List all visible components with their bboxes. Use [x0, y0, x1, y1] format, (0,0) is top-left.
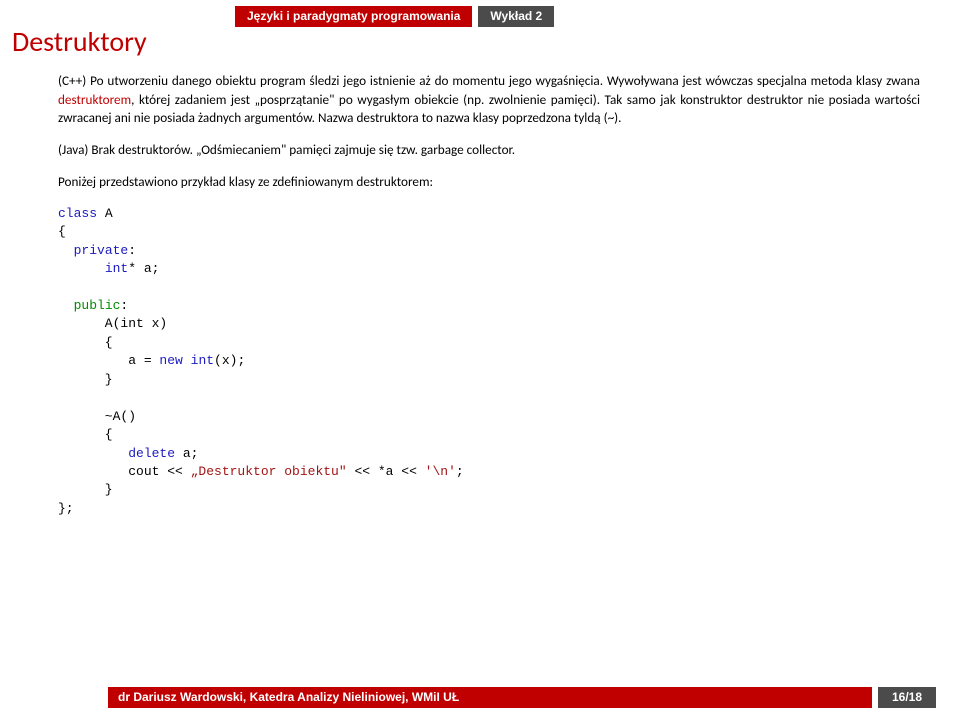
code-t: }: [58, 372, 113, 387]
code-t: A: [97, 206, 113, 221]
destructor-term: destruktorem: [58, 91, 131, 108]
code-t: [183, 353, 191, 368]
code-t: A(int x): [58, 316, 167, 331]
code-t: (x);: [214, 353, 245, 368]
code-t: a =: [58, 353, 159, 368]
paragraph-example-intro: Poniżej przedstawiono przykład klasy ze …: [58, 173, 920, 192]
code-t: :: [128, 243, 136, 258]
lecture-number: Wykład 2: [478, 6, 554, 27]
code-t: :: [120, 298, 128, 313]
code-t: a;: [175, 446, 198, 461]
slide: Języki i paradygmaty programowania Wykła…: [0, 0, 960, 720]
p1-text-a: (C++) Po utworzeniu danego obiektu progr…: [58, 72, 920, 89]
code-t: [58, 243, 74, 258]
code-t: << *a <<: [347, 464, 425, 479]
paragraph-java: (Java) Brak destruktorów. „Odśmiecaniem"…: [58, 141, 920, 160]
code-t: [58, 446, 128, 461]
code-t: cout <<: [58, 464, 191, 479]
code-t: {: [58, 335, 113, 350]
code-t: [58, 261, 105, 276]
kw-new: new: [159, 353, 182, 368]
kw-int: int: [105, 261, 128, 276]
page-number: 16/18: [878, 687, 936, 708]
paragraph-cpp: (C++) Po utworzeniu danego obiektu progr…: [58, 72, 920, 128]
page-title: Destruktory: [12, 24, 147, 59]
code-t: };: [58, 501, 74, 516]
char-lit: '\n': [425, 464, 456, 479]
code-t: {: [58, 224, 66, 239]
str-lit: „Destruktor obiektu": [191, 464, 347, 479]
footer-spacer: [0, 687, 108, 708]
p1-text-b: , której zadaniem jest „posprzątanie" po…: [58, 91, 920, 127]
code-t: {: [58, 427, 113, 442]
kw-delete: delete: [128, 446, 175, 461]
footer-band: dr Dariusz Wardowski, Katedra Analizy Ni…: [0, 687, 960, 708]
content-area: (C++) Po utworzeniu danego obiektu progr…: [58, 72, 920, 518]
code-t: [58, 298, 74, 313]
code-t: }: [58, 482, 113, 497]
kw-class: class: [58, 206, 97, 221]
code-block: class A { private: int* a; public: A(int…: [58, 205, 920, 519]
footer-author: dr Dariusz Wardowski, Katedra Analizy Ni…: [108, 687, 872, 708]
code-t: * a;: [128, 261, 159, 276]
kw-private: private: [74, 243, 129, 258]
kw-public: public: [74, 298, 121, 313]
code-t: ;: [456, 464, 464, 479]
kw-int2: int: [191, 353, 214, 368]
course-name: Języki i paradygmaty programowania: [235, 6, 472, 27]
code-t: ~A(): [58, 409, 136, 424]
